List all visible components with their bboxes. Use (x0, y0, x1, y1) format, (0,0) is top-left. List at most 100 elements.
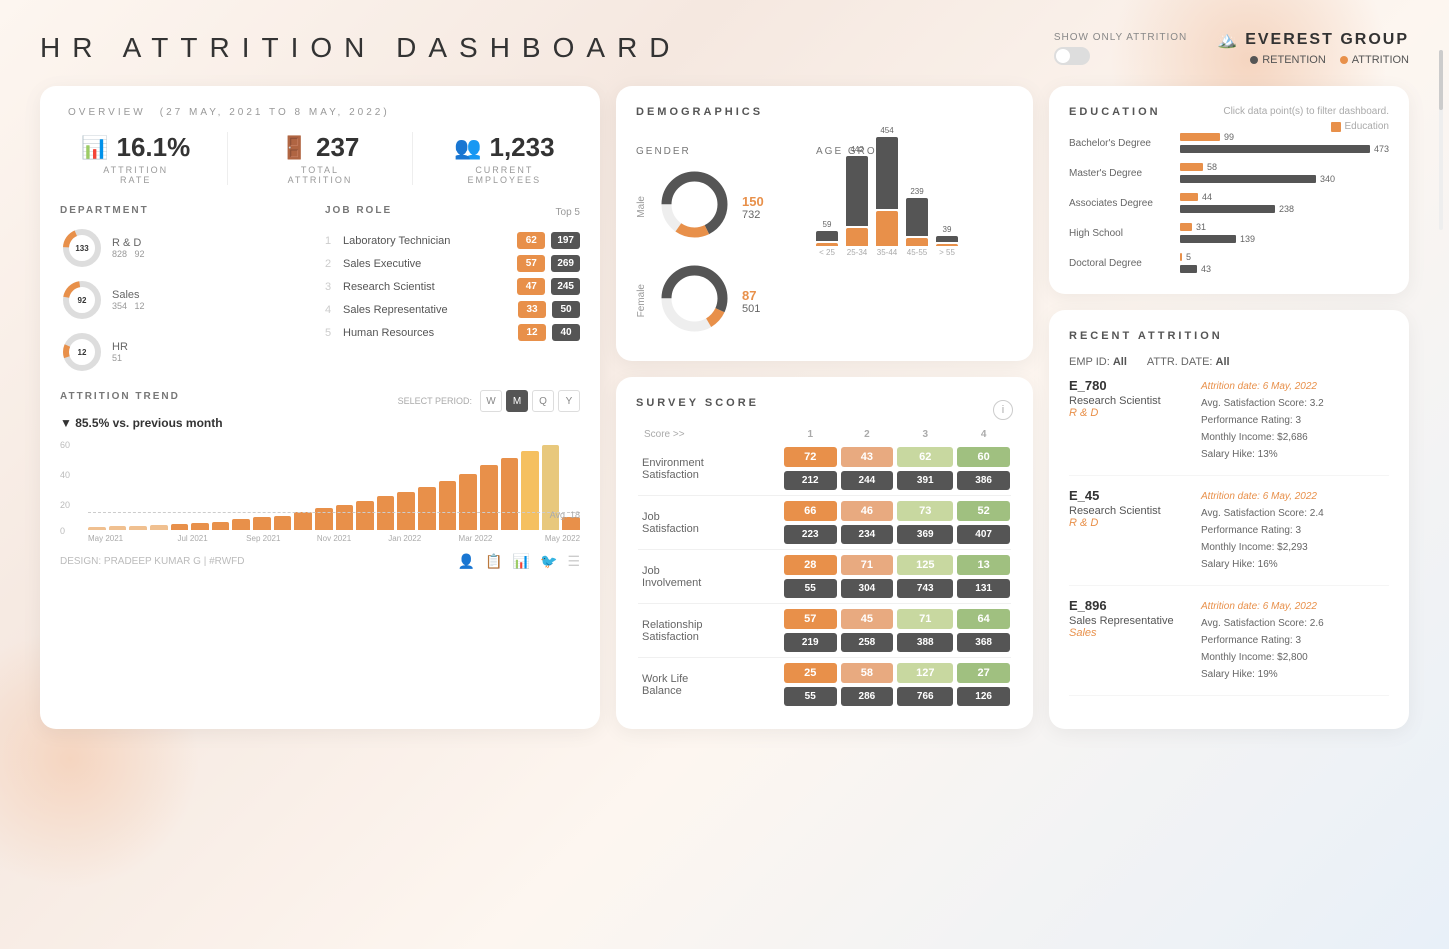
attrition-rate-stat: 📊 16.1% ATTRITIONRATE (60, 132, 211, 185)
demographics-card: DEMOGRAPHICS GENDER Male (616, 86, 1033, 361)
bar (336, 505, 354, 530)
age-orange-bar (816, 243, 838, 246)
period-buttons: W M Q Y (480, 390, 580, 412)
bar (191, 523, 209, 530)
edu-dark-bar (1180, 265, 1197, 273)
legend-attrition-label: ATTRITION (1352, 54, 1409, 66)
survey-score-card: SURVEY SCORE i Score >> 1 2 3 4 (616, 377, 1033, 729)
attr-details-e45: Attrition date: 6 May, 2022 Avg. Satisfa… (1201, 488, 1324, 573)
bar (253, 517, 271, 530)
bar (294, 512, 312, 530)
edu-legend-orange (1331, 122, 1341, 132)
age-orange-bar (846, 228, 868, 246)
x-labels: May 2021 Jul 2021 Sep 2021 Nov 2021 Jan … (88, 534, 580, 543)
bar (150, 525, 168, 530)
attr-person-e780: E_780 Research Scientist R & D (1069, 378, 1189, 463)
legend-attrition: ATTRITION (1340, 54, 1409, 66)
edu-orange-bar (1180, 193, 1198, 201)
overview-footer: DESIGN: PRADEEP KUMAR G | #RWFD 👤 📋 📊 🐦 … (60, 553, 580, 570)
job-row-4: 4 Sales Representative 33 50 (325, 301, 580, 318)
education-rows: Bachelor's Degree 99 473 (1069, 132, 1389, 274)
education-label: EDUCATION (1069, 106, 1161, 118)
avg-line (88, 512, 580, 513)
survey-table: Score >> 1 2 3 4 EnvironmentSatisfaction… (636, 423, 1013, 709)
department-donut-list: 133 R & D 828 92 (60, 226, 315, 374)
top5-label: Top 5 (556, 207, 580, 218)
edu-dark-bar (1180, 235, 1236, 243)
middle-column: DEMOGRAPHICS GENDER Male (616, 86, 1033, 729)
logo: 🏔️ EVEREST GROUP (1217, 30, 1409, 50)
bar (459, 474, 477, 530)
legend-retention: RETENTION (1250, 54, 1326, 66)
bar-chart-area: Avg. 18 (88, 440, 580, 543)
gender-female-vals: 87 501 (742, 288, 760, 315)
edu-dark-bar (1180, 145, 1370, 153)
age-bars: 59 < 25 442 25-34 (816, 167, 1013, 257)
bar (418, 487, 436, 530)
attrition-rate-label: ATTRITIONRATE (103, 165, 168, 185)
period-w[interactable]: W (480, 390, 502, 412)
select-period-label: SELECT PERIOD: (398, 396, 472, 406)
bar (397, 492, 415, 530)
survey-info-icon[interactable]: i (993, 400, 1013, 420)
job-row-2: 2 Sales Executive 57 269 (325, 255, 580, 272)
svg-text:12: 12 (78, 348, 87, 357)
bar (315, 508, 333, 531)
department-label: DEPARTMENT (60, 205, 315, 216)
age-orange-bar (876, 211, 898, 246)
trend-label: ATTRITION TREND (60, 391, 180, 402)
demographics-inner: GENDER Male (636, 146, 1013, 341)
edu-dark-bar (1180, 175, 1316, 183)
bar (109, 526, 127, 531)
logo-area: 🏔️ EVEREST GROUP RETENTION ATTRITION (1217, 30, 1409, 66)
gender-label: GENDER (636, 146, 796, 157)
edu-masters: Master's Degree 58 340 (1069, 162, 1389, 184)
logo-text: EVEREST GROUP (1245, 31, 1409, 49)
header-controls: SHOW ONLY ATTRITION 🏔️ EVEREST GROUP RET… (1054, 30, 1409, 66)
bar (212, 522, 230, 530)
dashboard-title: HR ATTRITION DASHBOARD (40, 32, 682, 64)
filter-row: EMP ID: All ATTR. DATE: All (1069, 356, 1389, 368)
attrition-rate-value: 16.1% (117, 132, 191, 163)
dept-rd-donut: 133 (60, 226, 104, 270)
job-row-1: 1 Laboratory Technician 62 197 (325, 232, 580, 249)
edu-orange-bar (1180, 133, 1220, 141)
survey-row-job-inv: JobInvolvement 28 71 125 13 (638, 554, 1011, 576)
table-icon[interactable]: 📋 (485, 553, 502, 570)
education-card: EDUCATION Click data point(s) to filter … (1049, 86, 1409, 294)
current-employees-stat: 👥 1,233 CURRENTEMPLOYEES (429, 132, 580, 185)
attr-person-e896: E_896 Sales Representative Sales (1069, 598, 1189, 683)
bars-container (88, 440, 580, 530)
bar (521, 451, 539, 530)
overview-label: OVERVIEW (27 May, 2021 to 8 May, 2022) (60, 106, 580, 118)
gender-female-donut (657, 261, 732, 341)
gender-male-donut (657, 167, 732, 247)
age-col-lt25: 59 < 25 (816, 220, 838, 257)
chart-icon[interactable]: 📊 (513, 553, 530, 570)
bar-chart-wrapper: 60 40 20 0 Avg. 18 (60, 440, 580, 543)
scrollbar-thumb (1439, 50, 1443, 110)
attr-date-label: ATTR. DATE: All (1147, 356, 1230, 368)
logo-icon: 🏔️ (1217, 30, 1239, 50)
attr-list: E_780 Research Scientist R & D Attrition… (1069, 378, 1389, 696)
edu-highschool: High School 31 139 (1069, 222, 1389, 244)
svg-text:92: 92 (78, 296, 87, 305)
period-q[interactable]: Q (532, 390, 554, 412)
attrition-toggle[interactable] (1054, 47, 1090, 65)
bar (88, 527, 106, 530)
total-attrition-icon: 🚪 (281, 135, 308, 161)
period-y[interactable]: Y (558, 390, 580, 412)
job-row-5: 5 Human Resources 12 40 (325, 324, 580, 341)
user-icon[interactable]: 👤 (458, 553, 475, 570)
survey-row-job-sat: JobSatisfaction 66 46 73 52 (638, 500, 1011, 522)
period-m[interactable]: M (506, 390, 528, 412)
dept-rd: 133 R & D 828 92 (60, 226, 315, 270)
total-attrition-stat: 🚪 237 TOTALATTRITION (244, 132, 395, 185)
total-attrition-label: TOTALATTRITION (288, 165, 353, 185)
menu-icon[interactable]: ☰ (567, 553, 580, 570)
twitter-icon[interactable]: 🐦 (540, 553, 557, 570)
job-role-table: 1 Laboratory Technician 62 197 2 Sales E… (325, 232, 580, 341)
period-select: SELECT PERIOD: W M Q Y (398, 390, 580, 412)
svg-text:133: 133 (75, 244, 89, 253)
age-group-section: AGE GROUP 59 < 25 (816, 146, 1013, 341)
